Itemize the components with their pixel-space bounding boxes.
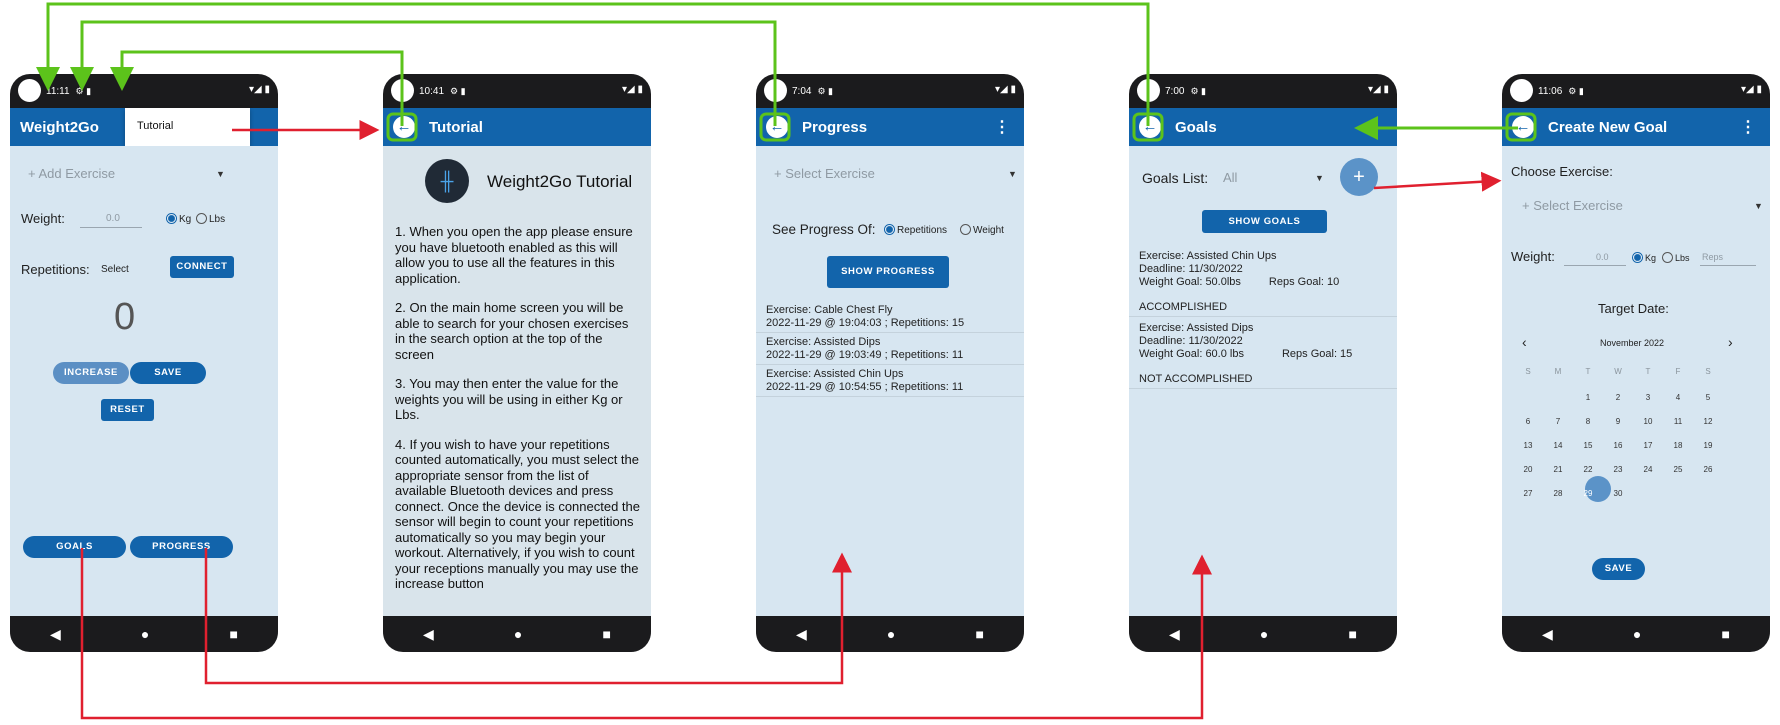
forward-flow-to-create-goal [1373, 171, 1502, 192]
back-flow-from-tutorial [110, 50, 404, 126]
forward-flow-to-progress [204, 548, 852, 685]
back-flow-lines [36, 2, 1537, 142]
forward-flow-to-goals [80, 548, 1212, 720]
back-flow-from-progress [70, 20, 777, 126]
forward-flow-lines [80, 120, 1502, 720]
flow-arrows [36, 2, 1537, 720]
